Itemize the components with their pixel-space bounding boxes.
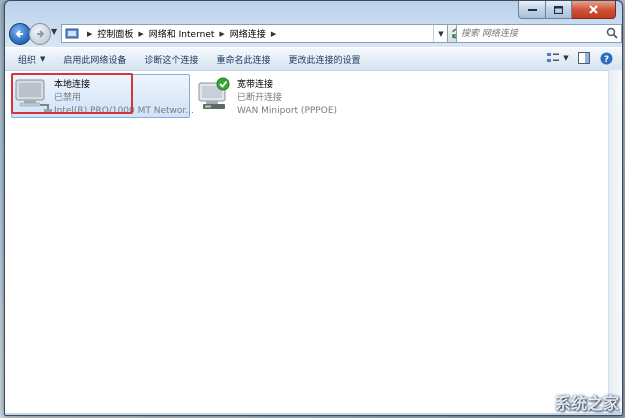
watermark-text: 系统之家 — [554, 394, 619, 413]
change-view-button[interactable] — [545, 50, 561, 66]
breadcrumb-separator[interactable]: ▶ — [219, 30, 224, 38]
connection-details: 宽带连接 已断开连接 WAN Miniport (PPPOE) — [237, 75, 337, 117]
preview-pane-icon — [578, 52, 590, 64]
breadcrumb-separator[interactable]: ▶ — [271, 30, 276, 38]
connection-status: 已禁用 — [54, 93, 82, 103]
svg-text:?: ? — [603, 55, 608, 65]
organize-menu[interactable]: 组织 ▼ — [5, 48, 54, 70]
broadband-connection-icon — [195, 75, 237, 117]
close-icon — [589, 5, 598, 14]
help-button[interactable]: ? — [598, 50, 614, 66]
view-controls: ▼ ? — [539, 50, 614, 66]
command-bar: 组织 ▼ 启用此网络设备 诊断这个连接 重命名此连接 更改此连接的设置 ▼ ? — [5, 47, 622, 71]
diagnose-button[interactable]: 诊断这个连接 — [135, 48, 207, 70]
connection-device: Intel(R) PRO/1000 MT Networ... — [54, 106, 194, 116]
back-button[interactable] — [9, 23, 31, 45]
arrow-left-icon — [15, 30, 23, 38]
explorer-window: ▼ ▶ 控制面板 ▶ 网络和 Internet ▶ 网络连接 ▶ ▼ 搜索 网络… — [4, 0, 623, 416]
chevron-down-icon: ▼ — [438, 29, 444, 38]
breadcrumb-separator[interactable]: ▶ — [138, 30, 143, 38]
search-icon[interactable] — [606, 27, 618, 39]
minimize-button[interactable] — [518, 1, 546, 19]
forward-button[interactable] — [29, 23, 51, 45]
breadcrumb-control-panel[interactable]: 控制面板 — [97, 27, 133, 40]
breadcrumb-network-connections[interactable]: 网络连接 — [230, 27, 266, 40]
maximize-icon — [554, 5, 563, 14]
arrow-right-icon — [37, 30, 45, 38]
change-settings-button[interactable]: 更改此连接的设置 — [279, 48, 369, 70]
connection-device: WAN Miniport (PPPOE) — [237, 106, 338, 116]
house-logo-icon — [533, 393, 551, 411]
search-box — [456, 24, 622, 43]
recent-pages-dropdown[interactable]: ▼ — [51, 27, 57, 36]
close-button[interactable] — [572, 1, 616, 19]
maximize-button[interactable] — [546, 1, 572, 19]
enable-device-button[interactable]: 启用此网络设备 — [54, 48, 135, 70]
breadcrumb-network-internet[interactable]: 网络和 Internet — [149, 27, 215, 40]
connection-item-broadband[interactable]: 宽带连接 已断开连接 WAN Miniport (PPPOE) — [195, 75, 355, 117]
connection-item-local[interactable]: 本地连接 已禁用 Intel(R) PRO/1000 MT Networ... — [11, 74, 194, 118]
address-bar[interactable]: ▶ 控制面板 ▶ 网络和 Internet ▶ 网络连接 ▶ ▼ — [61, 24, 449, 43]
network-adapter-icon — [12, 75, 54, 117]
preview-pane-button[interactable] — [576, 50, 592, 66]
vertical-scrollbar[interactable] — [608, 70, 622, 412]
connections-list: 本地连接 已禁用 Intel(R) PRO/1000 MT Networ... — [5, 70, 608, 413]
navigation-bar: ▼ ▶ 控制面板 ▶ 网络和 Internet ▶ 网络连接 ▶ ▼ — [5, 21, 622, 45]
rename-button[interactable]: 重命名此连接 — [207, 48, 279, 70]
view-options-icon — [547, 53, 559, 62]
minimize-icon — [527, 8, 537, 11]
caption-buttons — [518, 1, 616, 19]
chevron-down-icon: ▼ — [40, 55, 46, 63]
connection-name: 宽带连接 — [237, 80, 274, 90]
chevron-down-icon: ▼ — [563, 54, 569, 62]
control-panel-icon — [65, 28, 79, 38]
connection-status: 已断开连接 — [237, 93, 283, 103]
watermark: 系统之家 — [532, 390, 619, 414]
chevron-down-icon: ▼ — [51, 27, 58, 36]
search-input[interactable] — [457, 26, 601, 41]
address-history-dropdown[interactable]: ▼ — [433, 25, 448, 42]
organize-label: 组织 — [18, 55, 37, 66]
help-icon: ? — [600, 52, 612, 65]
view-dropdown[interactable]: ▼ — [562, 50, 570, 66]
connection-details: 本地连接 已禁用 Intel(R) PRO/1000 MT Networ... — [54, 75, 194, 117]
breadcrumb-separator[interactable]: ▶ — [87, 30, 92, 38]
connection-name: 本地连接 — [54, 80, 91, 90]
